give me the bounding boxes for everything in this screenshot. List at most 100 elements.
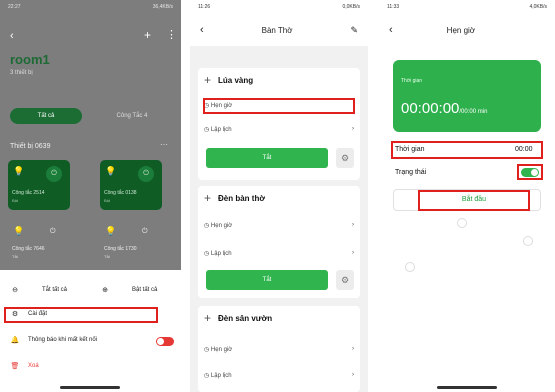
back-arrow-icon[interactable]: ‹ [389,24,393,36]
device-name: Đèn sân vườn [218,314,273,323]
schedule-row[interactable]: ◷ Lập lịch › [204,126,354,133]
time-value[interactable]: 00:00 [515,146,533,153]
bulb-icon: 💡 [105,226,117,236]
tile-label: Công tắc 0138 [104,190,137,196]
settings-label: Cài đặt [28,311,48,317]
all-on-label: Bật tất cả [132,287,158,293]
timer-row[interactable]: ◷ Hẹn giờ [204,102,354,109]
bulb-icon: 💡 [13,166,25,176]
edit-pencil-icon[interactable]: ✎ [350,25,358,36]
room-screen: 22:27 36,4KB/s ‹ + ⋮ room1 3 thiết bị Tấ… [0,0,181,392]
power-icon[interactable]: ⏻ [50,228,56,236]
timer-display: 00:00:00/00:00 min [401,100,487,117]
off-button[interactable]: Tắt [206,270,328,290]
tile-label: Công tắc 7646 [12,246,45,252]
clock-icon: ◷ [204,373,210,379]
all-on-button[interactable]: ⊕ Bật tất cả [100,286,157,294]
clock-icon: ◷ [204,103,210,109]
chevron-right-icon: › [352,250,354,256]
timer-row[interactable]: ◷ Hẹn giờ › [204,222,354,229]
device-group-title: Thiết bị 0639 [10,143,51,150]
device-name: Đèn bàn thờ [218,194,266,203]
add-icon[interactable]: + [204,191,211,205]
switch-tile[interactable]: 💡 ⏻ Công tắc 0138 Bật [100,160,162,210]
clock-icon: ◷ [204,251,210,257]
timer-label: Hẹn giờ [210,223,233,229]
timer-screen: 11:33 4,0KB/s ‹ Hẹn giờ Thời gian 00:00:… [379,0,555,392]
timer-label: Hẹn giờ [210,347,233,353]
device-card: + Đèn sân vườn ◷ Hẹn giờ › ◷ Lập lịch › [198,306,360,392]
clock-icon: ◷ [204,347,210,353]
add-icon[interactable]: + [204,311,211,325]
switch-tile[interactable]: 💡 ⏻ Công tắc 2514 Bật [8,160,70,210]
status-time: 11:26 [198,4,211,10]
clock-icon: ◷ [204,223,210,229]
top-bar: ‹ Bàn Thờ ✎ [190,14,368,46]
add-icon[interactable]: + [144,28,151,42]
power-icon[interactable]: ⏻ [46,166,62,182]
decor-circle [457,218,467,228]
power-icon[interactable]: ⏻ [138,166,154,182]
schedule-label: Lập lịch [210,251,232,257]
status-toggle[interactable] [521,168,539,177]
power-icon[interactable]: ⏻ [142,228,148,236]
tile-status: Bật [12,198,19,203]
group-more-icon[interactable]: ··· [160,140,168,149]
tile-status: Tắt [12,254,18,259]
schedule-label: Lập lịch [210,373,232,379]
tile-status: Tắt [104,254,110,259]
status-label: Trạng thái [395,169,427,176]
device-card: + Lúa vàng ◷ Hẹn giờ ◷ Lập lịch › Tắt ⚙ [198,68,360,180]
tile-status: Bật [104,198,111,203]
room-title: room1 [10,52,50,67]
delete-button[interactable]: 🗑 Xoá [10,362,39,370]
bulb-icon: 💡 [105,166,117,176]
decor-circle [523,236,533,246]
status-bar: 22:27 36,4KB/s [0,0,181,14]
altar-screen: 11:26 0,0KB/s ‹ Bàn Thờ ✎ + Lúa vàng ◷ H… [190,0,368,392]
room-device-count: 3 thiết bị [10,70,33,76]
gear-icon[interactable]: ⚙ [336,148,354,168]
gear-icon: ⚙ [11,311,19,318]
tile-label: Công tắc 1730 [104,246,137,252]
bulb-icon: 💡 [13,226,25,236]
status-network: 36,4KB/s [152,4,173,10]
add-icon[interactable]: + [204,73,211,87]
timer-card: Thời gian 00:00:00/00:00 min [393,60,541,132]
status-network: 4,0KB/s [529,4,547,10]
tab-switch4[interactable]: Công Tắc 4 [96,108,168,124]
more-vertical-icon[interactable]: ⋮ [166,28,177,41]
timer-value: 00:00:00 [401,100,460,117]
toggle-on-icon: ⊕ [102,287,108,294]
status-time: 22:27 [8,4,21,10]
timer-card-label: Thời gian [401,78,423,84]
switch-tile[interactable]: 💡 ⏻ Công tắc 1730 Tắt [100,220,162,270]
tab-all[interactable]: Tất cả [10,108,82,124]
toggle-knob [531,169,538,176]
bottom-sheet: ⊖ Tắt tất cả ⊕ Bật tất cả ⚙ Cài đặt 🔔 Th… [0,270,181,392]
schedule-row[interactable]: ◷ Lập lịch › [204,250,354,257]
timer-row[interactable]: ◷ Hẹn giờ › [204,346,354,353]
settings-button[interactable]: ⚙ Cài đặt [10,310,47,318]
chevron-right-icon: › [352,126,354,132]
notify-toggle[interactable] [156,337,174,346]
time-label: Thời gian [395,146,425,153]
start-button-label: Bắt đầu [461,196,487,203]
switch-tile[interactable]: 💡 ⏻ Công tắc 7646 Tắt [8,220,70,270]
all-off-button[interactable]: ⊖ Tắt tất cả [10,286,67,294]
notify-label: Thông báo khi mất kết nối [28,337,98,343]
home-indicator [437,386,497,389]
schedule-row[interactable]: ◷ Lập lịch › [204,372,354,379]
bell-icon: 🔔 [10,337,20,344]
off-button[interactable]: Tắt [206,148,328,168]
gear-icon[interactable]: ⚙ [336,270,354,290]
chevron-right-icon: › [352,222,354,228]
clock-icon: ◷ [204,127,210,133]
status-bar: 11:33 4,0KB/s [379,0,555,14]
toggle-knob [157,338,164,345]
back-arrow-icon[interactable]: ‹ [10,30,14,42]
page-title: Bàn Thờ [261,25,293,35]
back-arrow-icon[interactable]: ‹ [200,24,204,36]
decor-circle [405,262,415,272]
home-indicator [60,386,120,389]
